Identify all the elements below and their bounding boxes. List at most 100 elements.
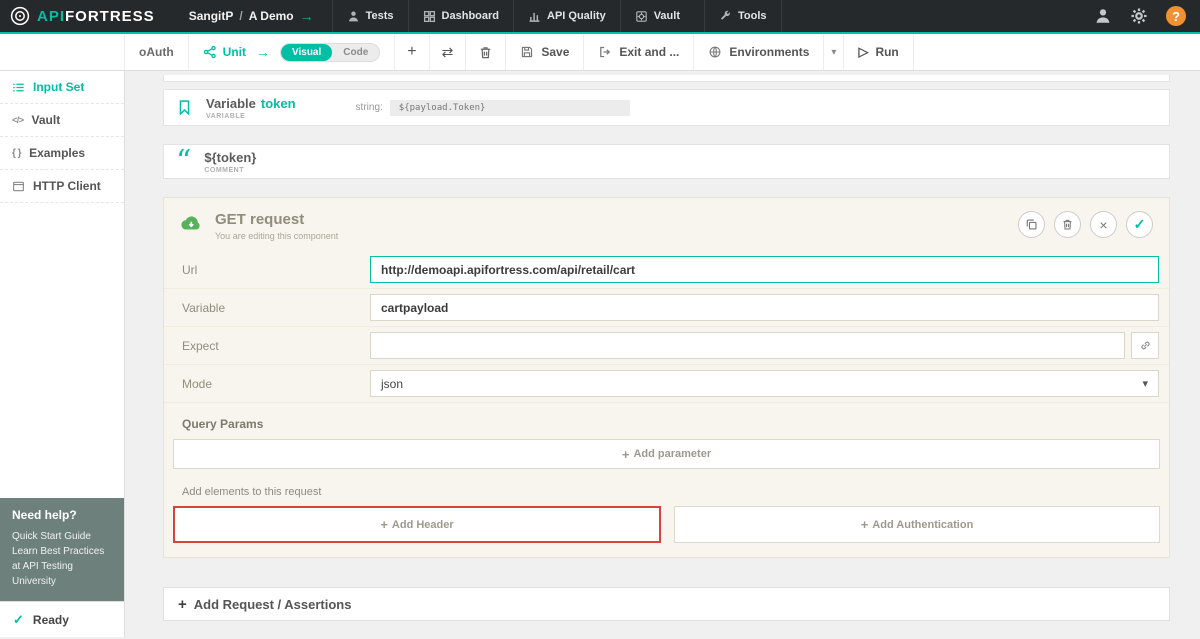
plus-icon: + (380, 517, 388, 532)
link-icon (1139, 339, 1152, 352)
editor-titles: GET request You are editing this compone… (215, 211, 338, 241)
body: Input Set </> Vault { } Examples HTTP Cl… (0, 71, 1200, 637)
help-button[interactable]: ? (1166, 6, 1186, 26)
add-elements-text: Add elements to this request (164, 469, 1169, 506)
add-authentication-button[interactable]: + Add Authentication (674, 506, 1160, 543)
copy-icon (1025, 218, 1038, 231)
nav-dashboard[interactable]: Dashboard (408, 0, 513, 32)
add-component-button[interactable]: + (395, 34, 429, 70)
variable-component[interactable]: Variabletoken VARIABLE string: ${payload… (163, 89, 1170, 126)
reorder-button[interactable]: ⇄ (430, 34, 467, 70)
account-icon[interactable] (1094, 7, 1112, 25)
breadcrumb[interactable]: SangitP / A Demo → (189, 8, 314, 24)
nav-api-quality[interactable]: API Quality (513, 0, 620, 32)
variable-info: Variabletoken VARIABLE (206, 96, 296, 120)
wrench-icon (719, 10, 732, 23)
test-canvas: Variabletoken VARIABLE string: ${payload… (125, 71, 1200, 637)
exit-cell: Exit and ... (584, 34, 694, 70)
run-button[interactable]: ▷ Run (858, 44, 898, 60)
brand-text: APIFORTRESS (37, 8, 155, 25)
globe-icon (708, 45, 722, 59)
close-icon: × (1099, 217, 1107, 233)
topbar-right: ? (1094, 6, 1186, 26)
add-request-button[interactable]: + Add Request / Assertions (163, 587, 1170, 621)
query-params-title: Query Params (164, 403, 1169, 439)
save-button[interactable]: Save (520, 45, 569, 59)
sidebar-item-http-client[interactable]: HTTP Client (0, 170, 124, 203)
environments-button[interactable]: Environments (708, 45, 809, 59)
partial-component (163, 75, 1170, 82)
expect-field-row: Expect (164, 327, 1169, 365)
string-type-label: string: (356, 102, 383, 113)
add-parameter-button[interactable]: + Add parameter (173, 439, 1160, 469)
save-cell: Save (506, 34, 584, 70)
nav-tests[interactable]: Tests (332, 0, 408, 32)
unit-button[interactable]: Unit (203, 45, 246, 59)
variable-name: token (261, 96, 296, 111)
sidebar-item-examples[interactable]: { } Examples (0, 137, 124, 170)
quick-start-guide-link[interactable]: Quick Start Guide (12, 529, 112, 544)
brand-home-link[interactable]: APIFORTRESS (10, 6, 155, 26)
test-toolbar: oAuth Unit → Visual Code + ⇄ Save (0, 34, 1200, 71)
check-icon: ✓ (1134, 216, 1146, 233)
comment-text: ${token} (204, 150, 256, 165)
arrow-right-icon: → (256, 44, 270, 60)
unit-icon (203, 45, 217, 59)
dashboard-icon (423, 10, 436, 23)
url-field-row: Url (164, 251, 1169, 289)
delete-component-button[interactable] (466, 34, 506, 70)
editor-title: GET request (215, 211, 338, 228)
cancel-button[interactable]: × (1090, 211, 1117, 238)
trash-icon (1061, 218, 1074, 231)
sidebar-spacer (0, 203, 124, 498)
expect-input[interactable] (370, 332, 1125, 359)
best-practices-link[interactable]: Learn Best Practices at API Testing Univ… (12, 544, 112, 589)
variable-kind-label: VARIABLE (206, 113, 296, 120)
list-icon (12, 81, 25, 94)
bar-chart-icon (528, 10, 541, 23)
nav-tools[interactable]: Tools (704, 0, 782, 32)
mode-field-row: Mode json ▾ (164, 365, 1169, 403)
plus-icon: + (861, 517, 869, 532)
code-toggle[interactable]: Code (332, 44, 379, 61)
url-field-label: Url (182, 263, 370, 277)
sidebar-item-vault[interactable]: </> Vault (0, 104, 124, 137)
duplicate-button[interactable] (1018, 211, 1045, 238)
visual-toggle[interactable]: Visual (281, 44, 332, 61)
url-input[interactable] (370, 256, 1159, 283)
expect-link-button[interactable] (1131, 332, 1159, 359)
expect-field-label: Expect (182, 339, 370, 353)
sidebar: Input Set </> Vault { } Examples HTTP Cl… (0, 71, 125, 637)
variable-field-row: Variable (164, 289, 1169, 327)
topbar: APIFORTRESS SangitP / A Demo → Tests Das… (0, 0, 1200, 34)
editor-subtitle: You are editing this component (215, 231, 338, 241)
confirm-button[interactable]: ✓ (1126, 211, 1153, 238)
sidebar-item-input-set[interactable]: Input Set (0, 71, 124, 104)
nav-vault[interactable]: Vault (620, 0, 694, 32)
add-header-button[interactable]: + Add Header (173, 506, 661, 543)
chevron-down-icon: ▾ (831, 47, 836, 58)
mode-field-label: Mode (182, 377, 370, 391)
comment-info: ${token} COMMENT (204, 150, 256, 174)
app-window: APIFORTRESS SangitP / A Demo → Tests Das… (0, 0, 1200, 639)
toolbar-filler (914, 34, 1200, 70)
gear-icon[interactable] (1130, 7, 1148, 25)
swap-icon: ⇄ (442, 45, 454, 59)
variable-value-field: string: ${payload.Token} (356, 100, 630, 116)
check-icon: ✓ (13, 612, 24, 628)
toolbar-spacer (0, 34, 125, 70)
variable-value[interactable]: ${payload.Token} (390, 100, 630, 116)
exit-button[interactable]: Exit and ... (598, 45, 679, 59)
comment-component[interactable]: “ ${token} COMMENT (163, 144, 1170, 179)
variable-input[interactable] (370, 294, 1159, 321)
tab-oauth[interactable]: oAuth (125, 34, 189, 70)
mode-select[interactable]: json ▾ (370, 370, 1159, 397)
editor-header: GET request You are editing this compone… (164, 198, 1169, 251)
bookmark-icon (176, 99, 193, 116)
delete-button[interactable] (1054, 211, 1081, 238)
status-text: Ready (33, 613, 69, 627)
environments-cell: Environments (694, 34, 824, 70)
top-navigation: Tests Dashboard API Quality Vault Tools (332, 0, 782, 32)
environments-dropdown-button[interactable]: ▾ (824, 34, 844, 70)
variable-field-label: Variable (182, 301, 370, 315)
